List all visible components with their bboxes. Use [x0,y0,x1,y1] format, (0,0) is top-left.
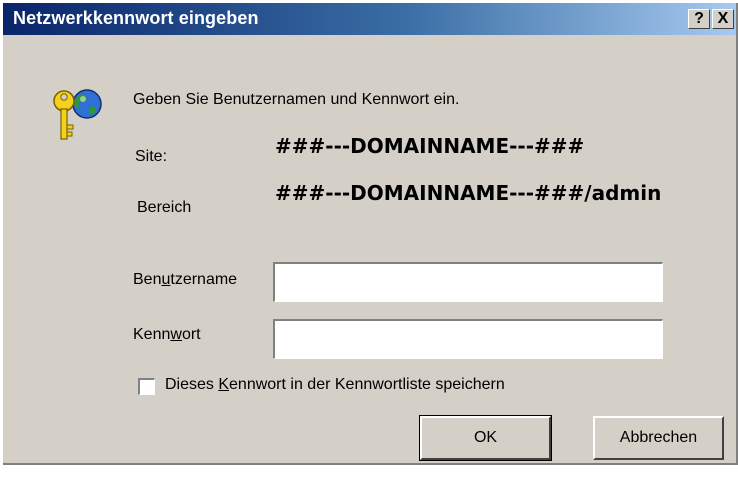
save-password-checkbox[interactable] [138,378,155,395]
realm-value: ###---DOMAINNAME---###/admin [275,181,662,205]
cancel-button[interactable]: Abbrechen [593,416,724,460]
network-password-dialog: Netzwerkkennwort eingeben ? X Geben Sie … [3,3,738,465]
password-label: Kennwort [133,326,201,343]
site-value: ###---DOMAINNAME---### [275,134,585,158]
prompt-text: Geben Sie Benutzernamen und Kennwort ein… [133,91,460,108]
close-button[interactable]: X [712,9,734,29]
window-title: Netzwerkkennwort eingeben [13,8,259,28]
key-globe-icon [53,89,102,140]
realm-label: Bereich [137,199,192,216]
title-bar[interactable]: Netzwerkkennwort eingeben ? X [3,3,736,35]
ok-button[interactable]: OK [419,415,552,461]
site-label: Site: [135,148,168,165]
help-button[interactable]: ? [688,9,710,29]
username-label: Benutzername [133,271,238,288]
password-field[interactable] [273,319,663,359]
username-field[interactable] [273,262,663,302]
save-password-label[interactable]: Dieses Kennwort in der Kennwortliste spe… [165,376,505,394]
